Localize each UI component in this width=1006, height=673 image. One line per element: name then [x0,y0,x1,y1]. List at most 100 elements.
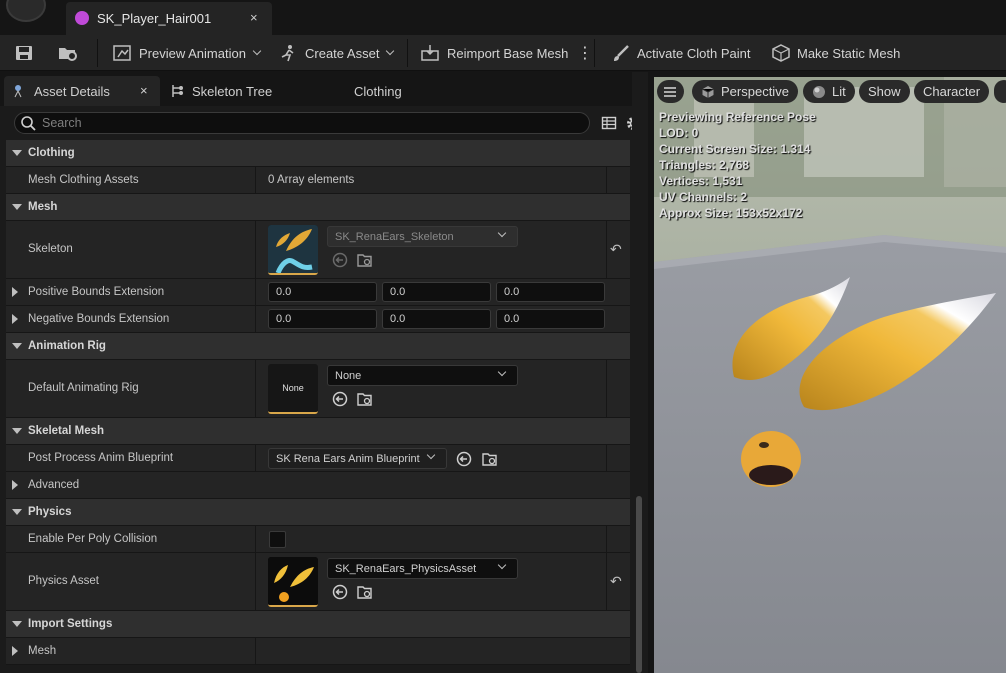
create-asset-button[interactable]: Create Asset [279,35,395,71]
default-animating-rig-label: Default Animating Rig [28,382,139,394]
tab-skeleton-tree[interactable]: Skeleton Tree [170,76,272,106]
category-animation-rig[interactable]: Animation Rig [6,333,630,360]
reimport-base-mesh-button[interactable]: Reimport Base Mesh [421,35,568,71]
expand-arrow-icon[interactable] [12,480,18,490]
tab-asset-details[interactable]: Asset Details × [4,76,160,106]
use-selected-asset-icon[interactable] [332,584,348,600]
skeleton-dropdown[interactable]: SK_RenaEars_Skeleton [327,226,518,247]
preview-animation-label: Preview Animation [139,45,246,61]
positive-bounds-x-field[interactable]: 0.0 [268,282,377,302]
positive-bounds-y-field[interactable]: 0.0 [382,282,491,302]
scrollbar-thumb[interactable] [636,496,642,673]
preview-viewport[interactable]: Perspective Lit Show Character Previewin… [654,77,1006,673]
activate-cloth-paint-button[interactable]: Activate Cloth Paint [611,35,750,71]
category-physics[interactable]: Physics [6,499,630,526]
static-mesh-icon [772,44,790,62]
expand-arrow-icon[interactable] [12,287,18,297]
close-tab-button[interactable]: × [250,10,258,25]
positive-bounds-label: Positive Bounds Extension [28,286,165,298]
chevron-down-icon [497,367,507,377]
physics-asset-dropdown[interactable]: SK_RenaEars_PhysicsAsset [327,558,518,579]
category-mesh-label: Mesh [28,201,58,213]
collapse-arrow-icon [12,428,22,434]
property-row: Physics Asset SK_RenaEars_PhysicsAsset ↶ [6,553,630,611]
use-selected-asset-icon[interactable] [332,252,348,268]
search-input[interactable]: Search [14,112,590,134]
viewport-more-button[interactable] [994,80,1006,103]
negative-bounds-y-field[interactable]: 0.0 [382,309,491,329]
expand-arrow-icon[interactable] [12,646,18,656]
category-physics-label: Physics [28,506,72,518]
perspective-button[interactable]: Perspective [692,80,798,103]
rig-thumbnail-text: None [282,383,304,393]
browse-asset-button[interactable] [57,35,87,71]
property-row: Enable Per Poly Collision [6,526,630,553]
save-button[interactable] [14,35,40,71]
rig-thumbnail[interactable]: None [268,364,318,414]
tab-skeleton-tree-label: Skeleton Tree [192,83,273,99]
use-selected-asset-icon[interactable] [332,391,348,407]
unreal-logo-icon[interactable] [6,0,46,22]
post-process-dropdown[interactable]: SK Rena Ears Anim Blueprint [268,448,447,469]
make-static-mesh-button[interactable]: Make Static Mesh [771,35,900,71]
hamburger-icon [664,86,676,97]
per-poly-collision-checkbox[interactable] [269,531,286,548]
character-button[interactable]: Character [914,80,990,103]
document-tab-bar: SK_Player_Hair001 × [0,0,1006,35]
physics-asset-preview-image [268,557,318,605]
show-button[interactable]: Show [859,80,910,103]
category-clothing[interactable]: Clothing [6,140,630,167]
chevron-down-icon [497,228,507,238]
skeleton-label: Skeleton [28,243,73,255]
lit-button[interactable]: Lit [803,80,855,103]
save-icon [16,46,32,60]
browse-asset-icon[interactable] [482,451,498,467]
skeleton-value: SK_RenaEars_Skeleton [335,231,454,243]
stat-vertices: Vertices: 1,531 [659,174,743,188]
tab-clothing-label: Clothing [354,83,402,99]
stat-lod: LOD: 0 [659,126,699,140]
details-scrollbar[interactable] [632,72,648,673]
category-skeletal-mesh[interactable]: Skeletal Mesh [6,418,630,445]
chevron-down-icon [497,560,507,570]
character-label: Character [923,84,981,99]
more-options-button[interactable]: ⋮ [577,35,593,71]
browse-asset-icon[interactable] [357,391,373,407]
category-import-settings-label: Import Settings [28,618,113,630]
skeleton-tree-icon [172,85,183,97]
negative-bounds-x-field[interactable]: 0.0 [268,309,377,329]
physics-asset-value: SK_RenaEars_PhysicsAsset [335,563,477,575]
physics-asset-thumbnail[interactable] [268,557,318,607]
category-import-settings[interactable]: Import Settings [6,611,630,638]
expand-arrow-icon[interactable] [12,314,18,324]
negative-bounds-z-field[interactable]: 0.0 [496,309,605,329]
perspective-label: Perspective [721,84,789,99]
document-tab[interactable]: SK_Player_Hair001 × [66,2,272,35]
reset-to-default-icon[interactable]: ↶ [610,241,622,258]
property-row: Mesh [6,638,630,665]
category-mesh[interactable]: Mesh [6,194,630,221]
collapse-arrow-icon [12,150,22,156]
post-process-value: SK Rena Ears Anim Blueprint [276,453,420,465]
skeleton-thumbnail[interactable] [268,225,318,275]
enable-per-poly-collision-label: Enable Per Poly Collision [28,533,158,545]
browse-asset-icon[interactable] [357,584,373,600]
mesh-clothing-assets-value: 0 Array elements [268,174,355,186]
positive-bounds-z-field[interactable]: 0.0 [496,282,605,302]
tab-clothing[interactable]: Clothing [354,76,402,106]
cube-icon [702,85,714,98]
paint-brush-icon [614,45,629,61]
physics-asset-label: Physics Asset [28,575,99,587]
browse-asset-icon[interactable] [357,252,373,268]
table-view-icon[interactable] [601,115,617,131]
advanced-label: Advanced [28,479,80,491]
property-row: Default Animating Rig None None [6,360,630,418]
preview-animation-button[interactable]: Preview Animation [113,35,262,71]
viewport-menu-button[interactable] [657,80,684,103]
default-rig-dropdown[interactable]: None [327,365,518,386]
use-selected-asset-icon[interactable] [456,451,472,467]
close-panel-tab-button[interactable]: × [140,83,148,98]
reset-to-default-icon[interactable]: ↶ [610,573,622,590]
more-icon: ⋮ [577,45,593,62]
collapse-arrow-icon [12,621,22,627]
